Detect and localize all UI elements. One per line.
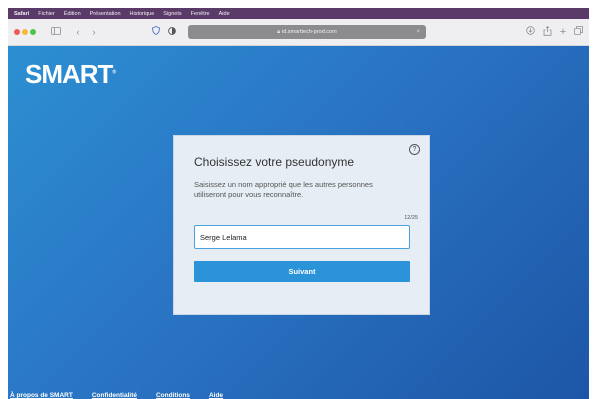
downloads-icon[interactable] <box>524 26 536 38</box>
card-title: Choisissez votre pseudonyme <box>194 155 355 169</box>
menu-item-signets[interactable]: Signets <box>163 11 181 17</box>
privacy-report-icon[interactable] <box>166 26 178 38</box>
shield-icon[interactable] <box>150 26 162 38</box>
back-icon[interactable]: ‹ <box>72 26 84 38</box>
browser-toolbar: ‹ › 🔒︎ id.smarttech-prod.com × + <box>8 19 589 46</box>
screen: Safari Fichier Édition Présentation Hist… <box>8 8 589 399</box>
zoom-window-button[interactable] <box>30 29 36 35</box>
menu-app-safari[interactable]: Safari <box>14 11 29 17</box>
character-counter: 12/25 <box>404 215 418 221</box>
clear-address-icon[interactable]: × <box>416 25 420 39</box>
card-description: Saisissez un nom approprié que les autre… <box>194 180 373 199</box>
menu-item-fenetre[interactable]: Fenêtre <box>191 11 210 17</box>
new-tab-icon[interactable]: + <box>557 26 569 38</box>
minimize-window-button[interactable] <box>22 29 28 35</box>
smart-logo: SMART® <box>25 59 117 89</box>
menu-item-presentation[interactable]: Présentation <box>90 11 121 17</box>
address-bar[interactable]: 🔒︎ id.smarttech-prod.com × <box>188 25 426 39</box>
menu-item-historique[interactable]: Historique <box>130 11 155 17</box>
next-button[interactable]: Suivant <box>194 261 410 282</box>
page-content: SMART® ? Choisissez votre pseudonyme Sai… <box>8 46 589 399</box>
sidebar-icon[interactable] <box>50 26 62 38</box>
forward-icon[interactable]: › <box>88 26 100 38</box>
menu-bar: Safari Fichier Édition Présentation Hist… <box>8 8 589 19</box>
nickname-card: ? Choisissez votre pseudonyme Saisissez … <box>173 135 430 315</box>
nickname-input[interactable] <box>194 225 410 249</box>
address-url: id.smarttech-prod.com <box>281 29 337 35</box>
tab-overview-icon[interactable] <box>572 26 584 38</box>
close-window-button[interactable] <box>14 29 20 35</box>
menu-item-edition[interactable]: Édition <box>64 11 81 17</box>
menu-item-aide[interactable]: Aide <box>219 11 230 17</box>
lock-icon: 🔒︎ <box>277 29 280 35</box>
help-icon[interactable]: ? <box>409 144 420 155</box>
menu-item-fichier[interactable]: Fichier <box>38 11 55 17</box>
share-icon[interactable] <box>541 26 553 38</box>
